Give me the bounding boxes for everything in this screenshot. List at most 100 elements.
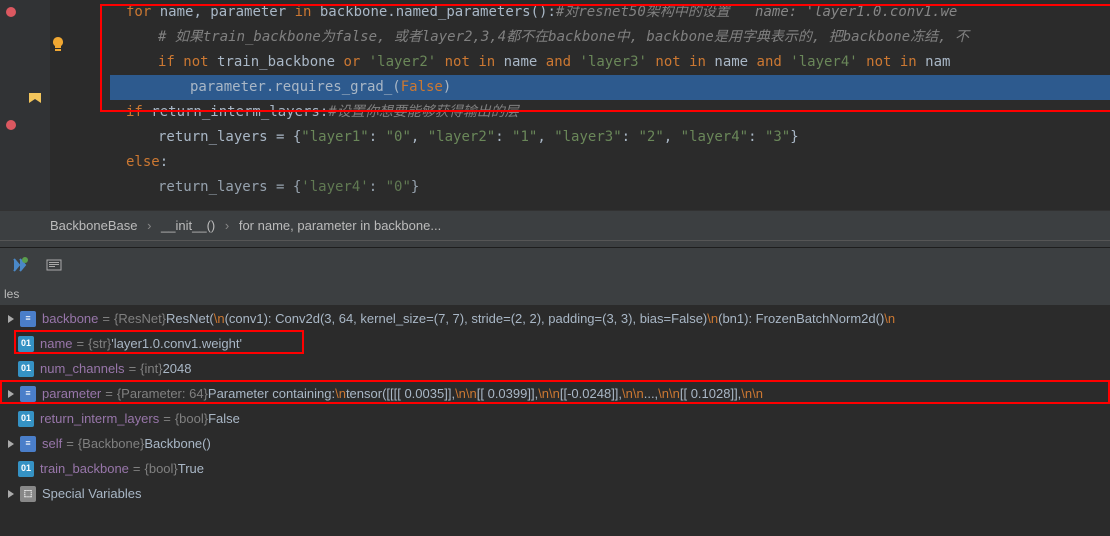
- code-text: return_layers = {: [158, 179, 301, 195]
- variable-type: {str}: [88, 331, 111, 356]
- variables-panel[interactable]: ≡ backbone = {ResNet} ResNet(\n (conv1):…: [0, 306, 1110, 506]
- string: 'layer4': [301, 179, 368, 195]
- variable-value: Parameter containing:: [208, 381, 335, 406]
- type-badge-icon: ≡: [20, 311, 36, 327]
- expand-icon[interactable]: [4, 312, 18, 326]
- breadcrumb-item[interactable]: BackboneBase: [50, 218, 137, 233]
- escape-char: \n\n: [658, 381, 680, 406]
- keyword: and: [757, 54, 782, 70]
- comment: # 如果train_backbone为false, 或者layer2,3,4都不…: [158, 29, 969, 45]
- comment: #对resnet50架构中的设置: [556, 4, 730, 20]
- string: 'layer2': [369, 54, 436, 70]
- breadcrumb-item[interactable]: __init__(): [161, 218, 215, 233]
- breakpoint-dot[interactable]: [6, 7, 16, 17]
- bookmark-icon: [28, 92, 42, 104]
- variables-header: les: [0, 282, 1110, 306]
- breadcrumb[interactable]: BackboneBase › __init__() › for name, pa…: [0, 210, 1110, 240]
- expand-icon[interactable]: [4, 387, 18, 401]
- evaluate-icon[interactable]: [46, 257, 62, 273]
- editor-gutter[interactable]: [0, 0, 50, 210]
- code-text: return_layers = {: [158, 129, 301, 145]
- expand-icon[interactable]: [4, 437, 18, 451]
- string: "layer4": [681, 129, 748, 145]
- variable-name: return_interm_layers: [40, 406, 159, 431]
- variable-value: [[ 0.1028]],: [680, 381, 741, 406]
- variable-name: parameter: [42, 381, 101, 406]
- variable-value: True: [178, 456, 204, 481]
- code-line[interactable]: if not train_backbone or 'layer2' not in…: [110, 50, 1110, 75]
- code-line[interactable]: if return_interm_layers:#设置你想要能够获得输出的层: [110, 100, 1110, 125]
- escape-char: \n: [335, 381, 346, 406]
- code-text: name: [495, 54, 546, 70]
- equals: =: [77, 331, 85, 356]
- breakpoint-dot[interactable]: [6, 120, 16, 130]
- escape-char: \n\n: [741, 381, 763, 406]
- code-line[interactable]: return_layers = {'layer4': "0"}: [110, 175, 1110, 200]
- code-text: name, parameter: [151, 4, 294, 20]
- code-editor[interactable]: for name, parameter in backbone.named_pa…: [0, 0, 1110, 210]
- variable-value: [[-0.0248]],: [560, 381, 622, 406]
- variable-row[interactable]: 01 return_interm_layers = {bool} False: [0, 406, 1110, 431]
- variable-name: backbone: [42, 306, 98, 331]
- equals: =: [163, 406, 171, 431]
- keyword: False: [401, 79, 443, 95]
- equals: =: [105, 381, 113, 406]
- type-badge-icon: ≡: [20, 436, 36, 452]
- equals: =: [133, 456, 141, 481]
- code-line[interactable]: return_layers = {"layer1": "0", "layer2"…: [110, 125, 1110, 150]
- code-line[interactable]: else:: [110, 150, 1110, 175]
- variable-row[interactable]: ≡ backbone = {ResNet} ResNet(\n (conv1):…: [0, 306, 1110, 331]
- type-badge-icon: ⬚: [20, 486, 36, 502]
- chevron-right-icon: ›: [147, 218, 151, 233]
- breadcrumb-item[interactable]: for name, parameter in backbone...: [239, 218, 441, 233]
- keyword: not in: [866, 54, 917, 70]
- variable-value: ResNet(: [166, 306, 214, 331]
- type-badge-icon: 01: [18, 336, 34, 352]
- string: "layer2": [428, 129, 495, 145]
- code-line[interactable]: # 如果train_backbone为false, 或者layer2,3,4都不…: [110, 25, 1110, 50]
- type-badge-icon: 01: [18, 411, 34, 427]
- variable-value: ...,: [644, 381, 658, 406]
- variable-name: name: [40, 331, 73, 356]
- variable-type: {Backbone}: [78, 431, 145, 456]
- variable-row[interactable]: 01 train_backbone = {bool} True: [0, 456, 1110, 481]
- string: 'layer4': [790, 54, 857, 70]
- variable-value: 'layer1.0.conv1.weight': [111, 331, 242, 356]
- inline-hint: name: 'layer1.0.conv1.we: [755, 4, 957, 20]
- string: "3": [765, 129, 790, 145]
- keyword: for: [126, 4, 151, 20]
- keyword: not in: [655, 54, 706, 70]
- variable-row[interactable]: ⬚ Special Variables: [0, 481, 1110, 506]
- variable-row[interactable]: ≡ parameter = {Parameter: 64} Parameter …: [0, 381, 1110, 406]
- string: 'layer3': [580, 54, 647, 70]
- escape-char: \n: [884, 306, 895, 331]
- code-text: return_interm_layers:: [143, 104, 328, 120]
- keyword: else: [126, 154, 160, 170]
- variable-value: Backbone(): [144, 431, 210, 456]
- code-area[interactable]: for name, parameter in backbone.named_pa…: [50, 0, 1110, 210]
- string: "layer1": [301, 129, 368, 145]
- keyword: in: [295, 4, 312, 20]
- pane-splitter[interactable]: [0, 240, 1110, 248]
- string: "0": [386, 129, 411, 145]
- keyword: or: [343, 54, 360, 70]
- variable-value: [[ 0.0399]],: [477, 381, 538, 406]
- variable-row[interactable]: ≡ self = {Backbone} Backbone(): [0, 431, 1110, 456]
- code-text: backbone.named_parameters():: [311, 4, 555, 20]
- escape-char: \n\n: [455, 381, 477, 406]
- comment: #设置你想要能够获得输出的层: [328, 104, 518, 120]
- expand-icon[interactable]: [4, 487, 18, 501]
- string: "2": [639, 129, 664, 145]
- variable-row[interactable]: 01 num_channels = {int} 2048: [0, 356, 1110, 381]
- keyword: and: [546, 54, 571, 70]
- debug-toolbar: [0, 248, 1110, 282]
- code-text: train_backbone: [209, 54, 344, 70]
- code-line[interactable]: for name, parameter in backbone.named_pa…: [110, 0, 1110, 25]
- keyword: not in: [445, 54, 496, 70]
- string: "layer3": [554, 129, 621, 145]
- equals: =: [66, 431, 74, 456]
- add-watch-icon[interactable]: [12, 257, 28, 273]
- variable-row[interactable]: 01 name = {str} 'layer1.0.conv1.weight': [0, 331, 1110, 356]
- code-line-current[interactable]: parameter.requires_grad_(False): [110, 75, 1110, 100]
- equals: =: [129, 356, 137, 381]
